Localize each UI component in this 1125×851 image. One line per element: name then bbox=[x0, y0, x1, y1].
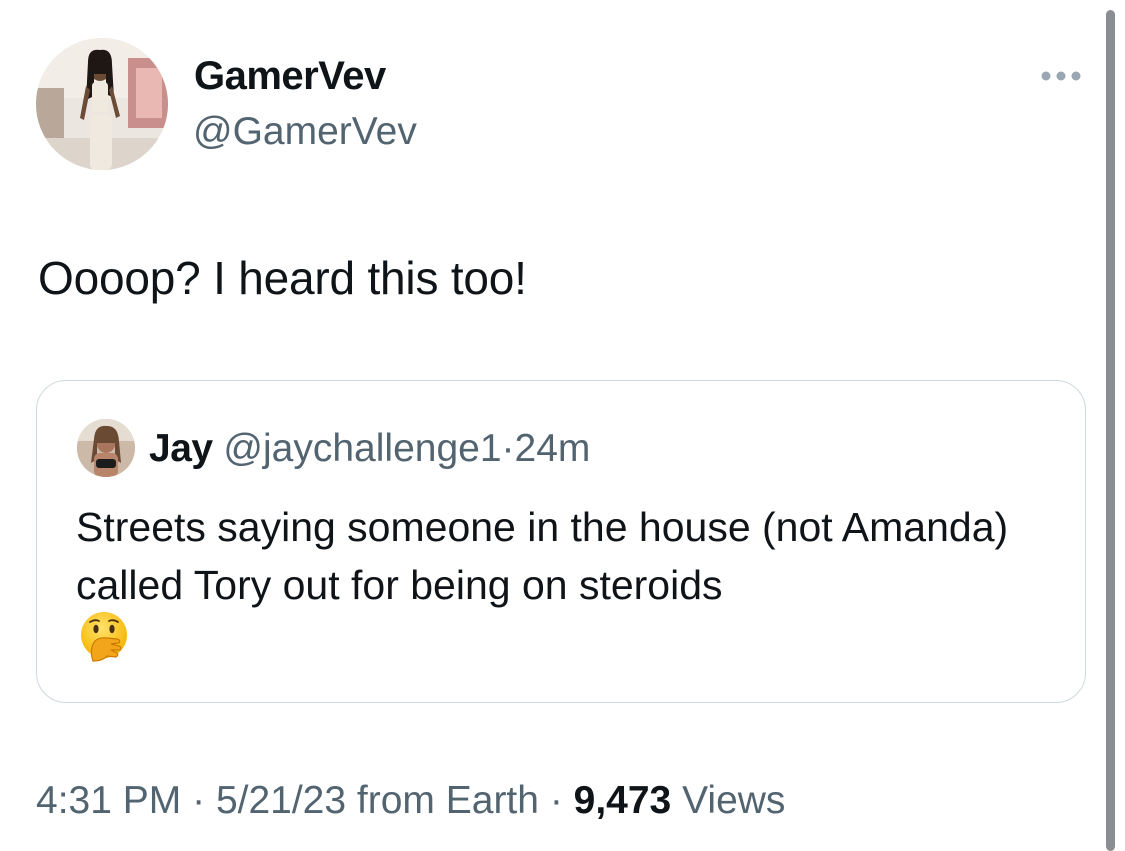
author-avatar[interactable] bbox=[36, 38, 168, 170]
face-with-hand-over-mouth-icon bbox=[81, 612, 127, 662]
quoted-author-avatar[interactable] bbox=[77, 419, 135, 477]
quoted-display-name[interactable]: Jay bbox=[149, 427, 213, 470]
views-count[interactable]: 9,473 bbox=[574, 779, 672, 822]
quoted-separator: · bbox=[501, 427, 515, 470]
meta-separator: · bbox=[549, 779, 563, 822]
face-with-hand-over-mouth-emoji bbox=[77, 609, 131, 663]
tweet-source: from Earth bbox=[356, 779, 539, 822]
quoted-header: Jay @jaychallenge1·24m bbox=[149, 425, 590, 473]
tweet-metadata: 4:31 PM · 5/21/23 from Earth · 9,473 Vie… bbox=[36, 776, 785, 826]
tweet-text: Oooop? I heard this too! bbox=[38, 252, 527, 304]
quoted-handle[interactable]: @jaychallenge1 bbox=[223, 427, 501, 470]
quoted-tweet-text: Streets saying someone in the house (not… bbox=[76, 504, 1009, 608]
scrollbar[interactable] bbox=[1106, 10, 1115, 851]
author-display-name[interactable]: GamerVev bbox=[194, 52, 386, 100]
meta-separator: · bbox=[192, 779, 206, 822]
views-label[interactable]: Views bbox=[682, 779, 785, 822]
author-handle[interactable]: @GamerVev bbox=[193, 108, 417, 156]
quoted-profile-photo-icon bbox=[77, 419, 135, 477]
quoted-tweet-card[interactable]: Jay @jaychallenge1·24m Streets saying so… bbox=[36, 380, 1086, 703]
quoted-timestamp[interactable]: 24m bbox=[515, 427, 591, 470]
more-options-button[interactable] bbox=[1036, 62, 1086, 90]
profile-photo-icon bbox=[36, 38, 168, 170]
tweet-detail: GamerVev @GamerVev Oooop? I heard this t… bbox=[0, 0, 1125, 851]
tweet-date[interactable]: 5/21/23 bbox=[216, 779, 346, 822]
tweet-time[interactable]: 4:31 PM bbox=[36, 779, 181, 822]
ellipsis-icon bbox=[1041, 71, 1081, 81]
